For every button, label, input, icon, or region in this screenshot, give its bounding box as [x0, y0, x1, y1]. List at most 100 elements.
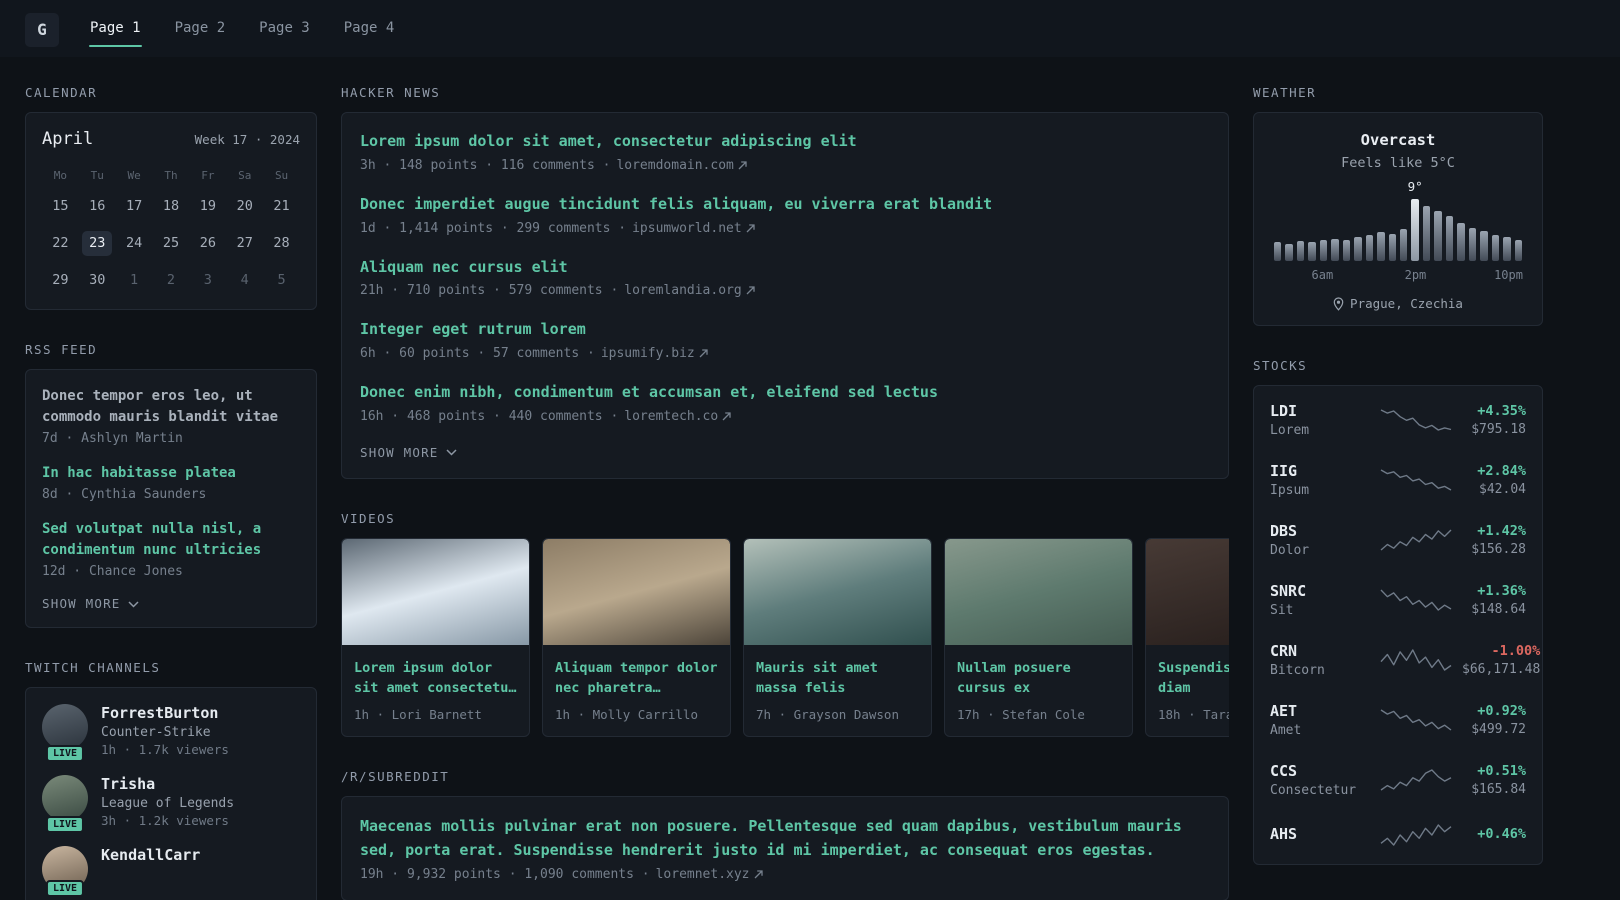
post-source-link[interactable]: loremnet.xyz [656, 867, 763, 882]
post-meta: 19h · 9,932 points · 1,090 comments · lo… [360, 867, 1210, 882]
stock-row[interactable]: AHS +0.46% [1254, 810, 1542, 860]
story-source-link[interactable]: ipsumworld.net [632, 221, 755, 236]
channel-viewers: 3h · 1.2k viewers [101, 813, 229, 828]
story-meta: 1d · 1,414 points · 299 comments · ipsum… [360, 221, 1210, 236]
calendar-day: 4 [240, 272, 249, 288]
video-body: Suspendisse molestie diam 18h · Tara [1146, 645, 1229, 737]
story-source-link[interactable]: loremdomain.com [616, 158, 747, 173]
twitch-channel-row[interactable]: LIVE Trisha League of Legends 3h · 1.2k … [42, 775, 300, 833]
story-meta-text: 16h · 468 points · 440 comments · [360, 408, 619, 424]
external-link-icon [754, 870, 763, 879]
video-title-link[interactable]: Nullam posuere cursus ex [957, 658, 1120, 699]
story-meta-text: 1d · 1,414 points · 299 comments · [360, 220, 627, 236]
rss-item: Sed volutpat nulla nisl, a condimentum n… [42, 519, 300, 579]
stock-sparkline [1380, 709, 1452, 731]
right-column: WEATHER Overcast Feels like 5°C 9° 6am 2p… [1253, 85, 1543, 897]
hackernews-story-link[interactable]: Donec imperdiet augue tincidunt felis al… [360, 194, 1210, 216]
stock-symbol: DBS [1270, 522, 1298, 540]
twitch-widget: TWITCH CHANNELS LIVE ForrestBurton Count… [25, 660, 317, 900]
stock-sparkline [1380, 824, 1452, 846]
video-body: Mauris sit amet massa felis 7h · Grayson… [744, 645, 931, 737]
channel-info: KendallCarr [101, 846, 200, 892]
stock-symbol: SNRC [1270, 582, 1307, 600]
reddit-post-link[interactable]: Maecenas mollis pulvinar erat non posuer… [360, 815, 1210, 862]
calendar-day: 25 [162, 235, 180, 251]
hackernews-story-link[interactable]: Aliquam nec cursus elit [360, 257, 1210, 279]
stock-change: +2.84% [1477, 463, 1526, 479]
calendar-day: 17 [125, 198, 143, 214]
app-logo[interactable]: G [25, 12, 59, 47]
video-title-link[interactable]: Mauris sit amet massa felis [756, 658, 919, 699]
video-title-link[interactable]: Aliquam tempor dolor nec pharetra… [555, 658, 718, 699]
stock-sparkline [1380, 529, 1452, 551]
stock-row[interactable]: IIG Ipsum +2.84% $42.04 [1254, 450, 1542, 510]
calendar-day: 29 [52, 272, 69, 288]
story-meta: 3h · 148 points · 116 comments · loremdo… [360, 158, 1210, 173]
video-card[interactable]: Aliquam tempor dolor nec pharetra… 1h · … [542, 537, 731, 738]
video-card[interactable]: Nullam posuere cursus ex 17h · Stefan Co… [944, 537, 1133, 738]
stock-row[interactable]: CRN Bitcorn -1.00% $66,171.48 [1254, 630, 1542, 690]
stock-symbol: CRN [1270, 642, 1298, 660]
external-link-icon [699, 349, 708, 358]
rss-item-link[interactable]: Donec tempor eros leo, ut commodo mauris… [42, 386, 300, 428]
weather-section-title: WEATHER [1253, 85, 1317, 100]
stock-sparkline [1380, 469, 1452, 491]
rss-widget: RSS FEED Donec tempor eros leo, ut commo… [25, 342, 317, 628]
stock-price: $156.28 [1471, 542, 1526, 557]
hackernews-item: Integer eget rutrum lorem 6h · 60 points… [360, 319, 1210, 361]
stock-row[interactable]: LDI Lorem +4.35% $795.18 [1254, 390, 1542, 450]
video-card[interactable]: Lorem ipsum dolor sit amet consectetu… 1… [341, 537, 530, 738]
hackernews-story-link[interactable]: Lorem ipsum dolor sit amet, consectetur … [360, 131, 1210, 153]
hackernews-story-link[interactable]: Donec enim nibh, condimentum et accumsan… [360, 382, 1210, 404]
stock-id: CCS Consectetur [1270, 762, 1370, 798]
calendar-day: 23 [82, 231, 113, 256]
rss-item-link[interactable]: Sed volutpat nulla nisl, a condimentum n… [42, 519, 300, 561]
stock-price: $148.64 [1471, 602, 1526, 617]
page-tab[interactable]: Page 4 [327, 11, 412, 48]
channel-avatar-wrap: LIVE [42, 846, 88, 897]
video-title-link[interactable]: Suspendisse molestie diam [1158, 658, 1229, 699]
stock-name: Bitcorn [1270, 663, 1325, 678]
story-source-link[interactable]: loremtech.co [624, 409, 731, 424]
rss-item-link[interactable]: In hac habitasse platea [42, 463, 300, 484]
calendar-day: 16 [89, 198, 106, 214]
live-badge: LIVE [45, 816, 85, 833]
rss-card: Donec tempor eros leo, ut commodo mauris… [25, 369, 317, 628]
stock-id: SNRC Sit [1270, 582, 1370, 618]
calendar-day: 5 [277, 272, 286, 288]
stock-row[interactable]: SNRC Sit +1.36% $148.64 [1254, 570, 1542, 630]
stock-row[interactable]: DBS Dolor +1.42% $156.28 [1254, 510, 1542, 570]
stock-id: AET Amet [1270, 702, 1370, 738]
stock-row[interactable]: AET Amet +0.92% $499.72 [1254, 690, 1542, 750]
hackernews-show-more-button[interactable]: SHOW MORE [360, 445, 457, 460]
twitch-card: LIVE ForrestBurton Counter-Strike 1h · 1… [25, 687, 317, 900]
stock-change: +0.51% [1477, 763, 1526, 779]
page-tab[interactable]: Page 1 [73, 11, 158, 48]
hackernews-story-link[interactable]: Integer eget rutrum lorem [360, 319, 1210, 341]
weather-widget: WEATHER Overcast Feels like 5°C 9° 6am 2p… [1253, 85, 1543, 326]
story-meta-text: 6h · 60 points · 57 comments · [360, 346, 595, 361]
twitch-channel-row[interactable]: LIVE KendallCarr [42, 846, 300, 897]
weather-location: Prague, Czechia [1270, 296, 1526, 311]
stock-name: Consectetur [1270, 783, 1357, 798]
twitch-channel-row[interactable]: LIVE ForrestBurton Counter-Strike 1h · 1… [42, 704, 300, 762]
stock-row[interactable]: CCS Consectetur +0.51% $165.84 [1254, 750, 1542, 810]
video-card[interactable]: Mauris sit amet massa felis 7h · Grayson… [743, 537, 932, 738]
page-tab[interactable]: Page 2 [158, 11, 243, 48]
story-source-link[interactable]: ipsumify.biz [601, 346, 708, 361]
external-link-icon [722, 412, 731, 421]
video-thumbnail [543, 538, 730, 645]
rss-show-more-button[interactable]: SHOW MORE [42, 596, 139, 611]
rss-item: Donec tempor eros leo, ut commodo mauris… [42, 386, 300, 446]
story-source-link[interactable]: loremlandia.org [624, 283, 755, 298]
page-tab[interactable]: Page 3 [242, 11, 327, 48]
video-card[interactable]: Suspendisse molestie diam 18h · Tara [1145, 537, 1229, 738]
videos-widget: VIDEOS Lorem ipsum dolor sit amet consec… [341, 511, 1229, 738]
story-source-domain: ipsumworld.net [632, 220, 742, 236]
dashboard: CALENDAR April Week 17 · 2024 Mo Tu We Th Fr… [0, 57, 1620, 900]
calendar-day-header: Mo [53, 169, 68, 182]
video-title-link[interactable]: Lorem ipsum dolor sit amet consectetu… [354, 658, 517, 699]
calendar-day: 3 [203, 272, 212, 288]
stock-id: CRN Bitcorn [1270, 642, 1370, 678]
weather-card: Overcast Feels like 5°C 9° 6am 2pm 10pm Pr… [1253, 112, 1543, 326]
